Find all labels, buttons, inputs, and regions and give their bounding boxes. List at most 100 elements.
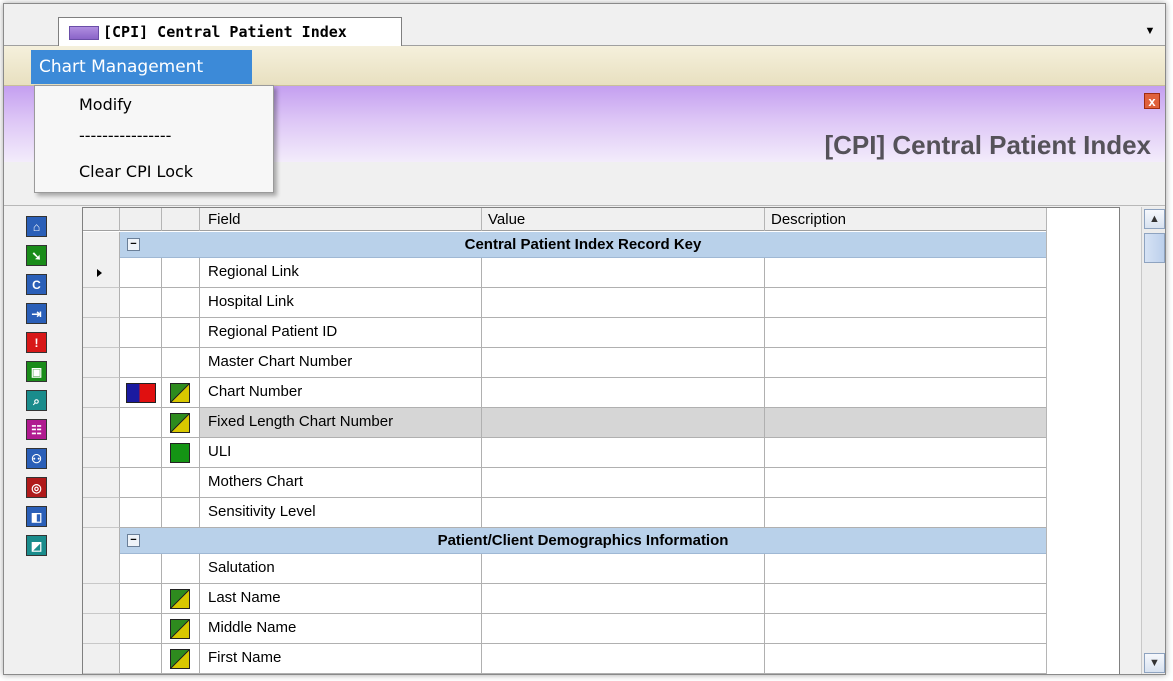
value-cell[interactable] bbox=[482, 554, 765, 584]
description-cell[interactable] bbox=[765, 408, 1046, 438]
field-cell: Regional Patient ID bbox=[200, 318, 482, 348]
value-cell[interactable] bbox=[482, 468, 765, 498]
row-indicator[interactable] bbox=[83, 614, 120, 644]
trend-icon[interactable]: ◩ bbox=[26, 535, 47, 556]
login-icon[interactable]: ⇥ bbox=[26, 303, 47, 324]
table-row[interactable]: Chart Number bbox=[83, 378, 1046, 408]
row-indicator[interactable] bbox=[83, 408, 120, 438]
menu-chart-management[interactable]: Chart Management bbox=[31, 50, 252, 84]
description-cell[interactable] bbox=[765, 348, 1046, 378]
description-cell[interactable] bbox=[765, 378, 1046, 408]
row-indicator[interactable] bbox=[83, 378, 120, 408]
description-cell[interactable] bbox=[765, 438, 1046, 468]
value-cell[interactable] bbox=[482, 614, 765, 644]
row-indicator[interactable] bbox=[83, 258, 120, 288]
group-title: Central Patient Index Record Key bbox=[464, 236, 702, 253]
chart-icon[interactable]: ◧ bbox=[26, 506, 47, 527]
row-indicator[interactable] bbox=[83, 288, 120, 318]
value-cell[interactable] bbox=[482, 288, 765, 318]
description-cell[interactable] bbox=[765, 318, 1046, 348]
scroll-down-icon[interactable]: ▼ bbox=[1144, 653, 1165, 673]
value-cell[interactable] bbox=[482, 258, 765, 288]
vertical-scrollbar[interactable]: ▲ ▼ bbox=[1141, 207, 1165, 674]
menu-bar: Chart Management bbox=[4, 46, 1165, 86]
column-header-description[interactable]: Description bbox=[765, 208, 1046, 231]
table-row[interactable]: Master Chart Number bbox=[83, 348, 1046, 378]
family-icon[interactable]: ⚇ bbox=[26, 448, 47, 469]
alert-icon[interactable]: ! bbox=[26, 332, 47, 353]
table-row[interactable]: Salutation bbox=[83, 554, 1046, 584]
c-icon[interactable]: C bbox=[26, 274, 47, 295]
description-cell[interactable] bbox=[765, 288, 1046, 318]
value-cell[interactable] bbox=[482, 378, 765, 408]
icon-cell-1 bbox=[120, 468, 162, 498]
description-cell[interactable] bbox=[765, 468, 1046, 498]
table-row[interactable]: Mothers Chart bbox=[83, 468, 1046, 498]
attachment-icon[interactable]: ◎ bbox=[26, 477, 47, 498]
collapse-toggle-icon[interactable]: − bbox=[127, 534, 140, 547]
row-indicator[interactable] bbox=[83, 348, 120, 378]
icon-cell-1 bbox=[120, 288, 162, 318]
row-indicator[interactable] bbox=[83, 468, 120, 498]
table-row[interactable]: Regional Patient ID bbox=[83, 318, 1046, 348]
scroll-up-icon[interactable]: ▲ bbox=[1144, 209, 1165, 229]
icon-cell-2 bbox=[162, 498, 200, 528]
description-cell[interactable] bbox=[765, 584, 1046, 614]
column-header-value[interactable]: Value bbox=[482, 208, 765, 231]
column-header-field[interactable]: Field bbox=[200, 208, 482, 231]
description-cell[interactable] bbox=[765, 258, 1046, 288]
document-tab-title: [CPI] Central Patient Index bbox=[103, 23, 347, 41]
value-cell[interactable] bbox=[482, 348, 765, 378]
menu-item-modify[interactable]: Modify bbox=[79, 95, 132, 114]
field-cell: Sensitivity Level bbox=[200, 498, 482, 528]
description-cell[interactable] bbox=[765, 644, 1046, 674]
header-icon2 bbox=[162, 208, 200, 231]
icon-cell-2 bbox=[162, 614, 200, 644]
icon-cell-2 bbox=[162, 584, 200, 614]
table-row[interactable]: Hospital Link bbox=[83, 288, 1046, 318]
value-cell[interactable] bbox=[482, 438, 765, 468]
required-field-icon bbox=[170, 619, 190, 639]
scroll-thumb[interactable] bbox=[1144, 233, 1165, 263]
data-grid: Field Value Description − Central Patient… bbox=[82, 207, 1120, 674]
row-indicator[interactable] bbox=[83, 318, 120, 348]
arrow-icon[interactable]: ➘ bbox=[26, 245, 47, 266]
table-row[interactable]: First Name bbox=[83, 644, 1046, 674]
close-icon[interactable]: x bbox=[1144, 93, 1160, 109]
field-cell: ULI bbox=[200, 438, 482, 468]
menu-item-clear-cpi-lock[interactable]: Clear CPI Lock bbox=[79, 162, 193, 181]
grid-header: Field Value Description bbox=[83, 208, 1046, 231]
value-cell[interactable] bbox=[482, 644, 765, 674]
description-cell[interactable] bbox=[765, 498, 1046, 528]
row-indicator[interactable] bbox=[83, 584, 120, 614]
document-tab[interactable]: [CPI] Central Patient Index bbox=[58, 17, 402, 46]
description-cell[interactable] bbox=[765, 554, 1046, 584]
icon-cell-1 bbox=[120, 644, 162, 674]
value-cell[interactable] bbox=[482, 584, 765, 614]
icon-cell-2 bbox=[162, 258, 200, 288]
clipboard-icon[interactable]: ▣ bbox=[26, 361, 47, 382]
row-indicator[interactable] bbox=[83, 438, 120, 468]
value-cell[interactable] bbox=[482, 498, 765, 528]
table-row[interactable]: Regional Link bbox=[83, 258, 1046, 288]
icon-cell-2 bbox=[162, 408, 200, 438]
description-cell[interactable] bbox=[765, 614, 1046, 644]
people-icon[interactable]: ☷ bbox=[26, 419, 47, 440]
table-row[interactable]: ULI bbox=[83, 438, 1046, 468]
document-tab-bar: [CPI] Central Patient Index ▼ bbox=[4, 4, 1165, 46]
value-cell[interactable] bbox=[482, 408, 765, 438]
table-row[interactable]: Fixed Length Chart Number bbox=[83, 408, 1046, 438]
row-indicator[interactable] bbox=[83, 554, 120, 584]
required-field-icon bbox=[170, 649, 190, 669]
collapse-toggle-icon[interactable]: − bbox=[127, 238, 140, 251]
row-indicator[interactable] bbox=[83, 498, 120, 528]
table-row[interactable]: Sensitivity Level bbox=[83, 498, 1046, 528]
tab-dropdown-arrow-icon[interactable]: ▼ bbox=[1143, 24, 1157, 38]
group-title: Patient/Client Demographics Information bbox=[437, 532, 729, 549]
search-icon[interactable]: ⌕ bbox=[26, 390, 47, 411]
row-indicator[interactable] bbox=[83, 644, 120, 674]
home-icon[interactable]: ⌂ bbox=[26, 216, 47, 237]
value-cell[interactable] bbox=[482, 318, 765, 348]
table-row[interactable]: Middle Name bbox=[83, 614, 1046, 644]
table-row[interactable]: Last Name bbox=[83, 584, 1046, 614]
